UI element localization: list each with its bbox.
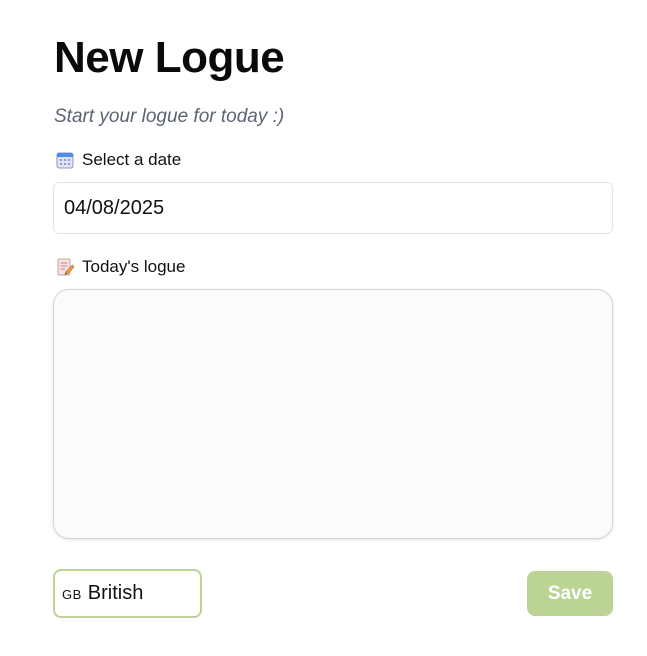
logue-textarea[interactable] <box>53 289 613 539</box>
gb-flag-icon: GB <box>62 587 82 602</box>
page-title: New Logue <box>54 33 285 82</box>
date-input[interactable] <box>53 182 613 234</box>
save-button[interactable]: Save <box>527 571 613 616</box>
calendar-icon <box>56 151 74 169</box>
language-label: British <box>87 582 144 604</box>
page-subtitle: Start your logue for today :) <box>54 106 285 127</box>
logue-label: Today's logue <box>56 256 185 278</box>
memo-icon <box>56 258 75 276</box>
language-selector[interactable]: GB British <box>53 569 202 618</box>
logue-label-text: Today's logue <box>82 257 186 276</box>
date-label: Select a date <box>56 149 181 171</box>
date-label-text: Select a date <box>82 150 182 169</box>
